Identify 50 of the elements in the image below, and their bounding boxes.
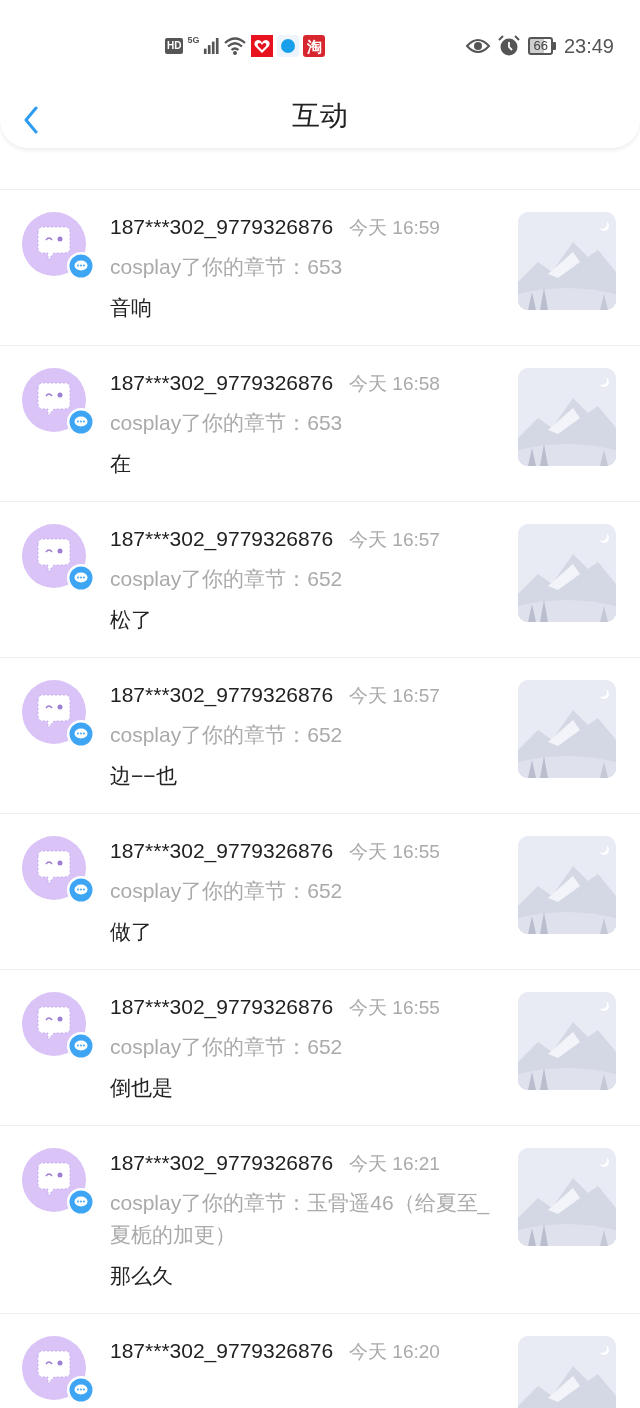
comment-text: 边−−也 <box>110 763 178 789</box>
comment-badge-icon <box>67 876 95 904</box>
timestamp: 今天 16:57 <box>349 528 440 552</box>
comment-text: 倒也是 <box>110 1075 174 1101</box>
browser-icon <box>277 35 300 57</box>
timestamp: 今天 16:55 <box>349 840 440 864</box>
network-type: 5G <box>187 36 200 45</box>
page-title: 互动 <box>292 99 348 133</box>
username[interactable]: 187***302_9779326876 <box>110 992 334 1022</box>
comment-badge-icon <box>67 408 95 436</box>
timestamp: 今天 16:59 <box>349 216 440 240</box>
eye-icon <box>466 38 491 54</box>
username[interactable]: 187***302_9779326876 <box>110 1148 334 1178</box>
comment-text: 那么久 <box>110 1263 174 1289</box>
timestamp: 今天 16:20 <box>349 1340 440 1364</box>
username[interactable]: 187***302_9779326876 <box>110 212 334 242</box>
comment-badge-icon <box>67 252 95 280</box>
timestamp: 今天 16:21 <box>349 1152 440 1176</box>
comment-badge-icon <box>67 1188 95 1216</box>
timestamp: 今天 16:58 <box>349 372 440 396</box>
action-text: cosplay了你的章节：653 <box>110 410 344 436</box>
action-text: cosplay了你的章节：652 <box>110 1034 344 1060</box>
battery-level: 66 <box>528 37 553 55</box>
username[interactable]: 187***302_9779326876 <box>110 368 334 398</box>
hd-indicator: HD <box>165 38 184 54</box>
timestamp: 今天 16:57 <box>349 684 440 708</box>
action-text: cosplay了你的章节：652 <box>110 722 344 748</box>
comment-badge-icon <box>67 564 95 592</box>
timestamp: 今天 16:55 <box>349 996 440 1020</box>
taobao-icon: 淘 <box>303 35 326 57</box>
comment-badge-icon <box>67 1032 95 1060</box>
signal-icon <box>203 37 220 55</box>
app-icon <box>251 35 274 57</box>
username[interactable]: 187***302_9779326876 <box>110 1336 334 1366</box>
action-text: cosplay了你的章节：653 <box>110 254 344 280</box>
clock-time: 23:49 <box>563 34 614 59</box>
action-text: cosplay了你的章节：652 <box>110 566 344 592</box>
action-text: cosplay了你的章节：652 <box>110 878 344 904</box>
alarm-icon <box>498 35 521 57</box>
username[interactable]: 187***302_9779326876 <box>110 524 334 554</box>
username[interactable]: 187***302_9779326876 <box>110 680 334 710</box>
username[interactable]: 187***302_9779326876 <box>110 836 334 866</box>
comment-text: 音响 <box>110 295 153 321</box>
comment-badge-icon <box>67 1376 95 1404</box>
wifi-icon <box>223 36 248 56</box>
action-text: cosplay了你的章节：玉骨遥46（给夏至_夏栀的加更） <box>110 1190 491 1248</box>
comment-text: 松了 <box>110 607 153 633</box>
comment-text: 在 <box>110 451 132 477</box>
comment-badge-icon <box>67 720 95 748</box>
comment-text: 做了 <box>110 919 153 945</box>
